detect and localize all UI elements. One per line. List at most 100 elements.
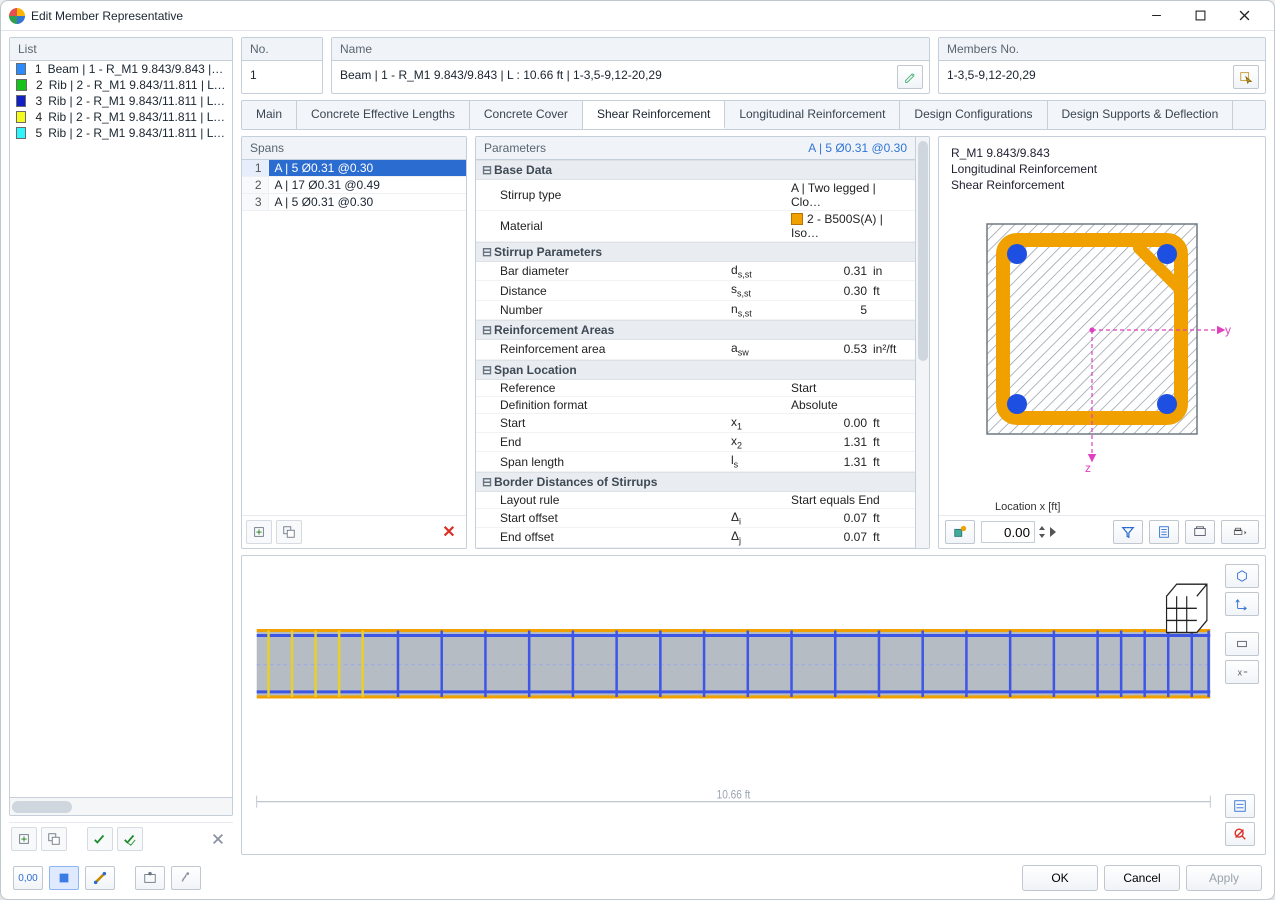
cancel-button[interactable]: Cancel	[1104, 865, 1180, 891]
pick-members-button[interactable]	[1233, 65, 1259, 89]
location-x-input[interactable]	[981, 521, 1057, 543]
span-row[interactable]: 2A | 17 Ø0.31 @0.49	[242, 177, 466, 194]
param-symbol: x1	[731, 415, 797, 431]
units-button[interactable]: 0,00	[13, 866, 43, 890]
param-group[interactable]: ⊟Base Data	[476, 160, 915, 180]
param-group[interactable]: ⊟Stirrup Parameters	[476, 242, 915, 262]
param-row[interactable]: Bar diameterds,st0.31in	[476, 262, 915, 281]
param-row[interactable]: Numberns,st5	[476, 301, 915, 320]
param-row[interactable]: Startx10.00ft	[476, 414, 915, 433]
param-unit: ft	[867, 530, 911, 544]
list-index: 4	[32, 110, 42, 124]
bottom-info-button[interactable]	[135, 866, 165, 890]
preview-place-button[interactable]	[945, 520, 975, 544]
param-group[interactable]: ⊟Border Distances of Stirrups	[476, 472, 915, 492]
bottom-script-button[interactable]	[171, 866, 201, 890]
param-row[interactable]: Start offsetΔi0.07ft	[476, 509, 915, 528]
tab-concrete-cover[interactable]: Concrete Cover	[470, 101, 583, 129]
list-item[interactable]: 2Rib | 2 - R_M1 9.843/11.811 | L : 9.84 …	[10, 77, 232, 93]
members-value[interactable]: 1-3,5-9,12-20,29	[945, 65, 1229, 89]
values-icon[interactable]	[1149, 520, 1179, 544]
close-button[interactable]	[1222, 2, 1266, 30]
param-value: 0.30	[797, 284, 867, 298]
span-delete-button[interactable]: ✕	[436, 522, 462, 542]
list-index: 1	[32, 62, 42, 76]
param-row[interactable]: ReferenceStart	[476, 380, 915, 397]
param-row[interactable]: End offsetΔj0.07ft	[476, 528, 915, 547]
parameters-grid[interactable]: ⊟Base DataStirrup typeA | Two legged | C…	[476, 160, 915, 548]
param-row[interactable]: Distancess,st0.30ft	[476, 281, 915, 300]
param-symbol: ls	[731, 453, 797, 469]
new-item-button[interactable]	[11, 827, 37, 851]
tab-longitudinal-reinforcement[interactable]: Longitudinal Reinforcement	[725, 101, 900, 129]
collapse-icon[interactable]: ⊟	[480, 363, 494, 377]
tab-design-supports-deflection[interactable]: Design Supports & Deflection	[1048, 101, 1234, 129]
view-x-button[interactable]: x	[1225, 660, 1259, 684]
list-item[interactable]: 4Rib | 2 - R_M1 9.843/11.811 | L : 16.40…	[10, 109, 232, 125]
clear-list-button[interactable]	[205, 827, 231, 851]
play-icon[interactable]	[1049, 526, 1057, 538]
tab-shear-reinforcement[interactable]: Shear Reinforcement	[583, 101, 725, 129]
list-item[interactable]: 3Rib | 2 - R_M1 9.843/11.811 | L : 16.40…	[10, 93, 232, 109]
name-value[interactable]: Beam | 1 - R_M1 9.843/9.843 | L : 10.66 …	[338, 65, 893, 89]
spans-table[interactable]: 1A | 5 Ø0.31 @0.302A | 17 Ø0.31 @0.493A …	[242, 160, 466, 211]
list-horizontal-scrollbar[interactable]	[10, 797, 232, 815]
collapse-icon[interactable]: ⊟	[480, 475, 494, 489]
tab-design-configurations[interactable]: Design Configurations	[900, 101, 1047, 129]
tab-main[interactable]: Main	[242, 101, 297, 129]
param-row[interactable]: Stirrup typeA | Two legged | Clo…	[476, 180, 915, 211]
maximize-button[interactable]	[1178, 2, 1222, 30]
filter-icon[interactable]	[1113, 520, 1143, 544]
print-icon[interactable]	[1221, 520, 1259, 544]
collapse-icon[interactable]: ⊟	[480, 323, 494, 337]
collapse-icon[interactable]: ⊟	[480, 245, 494, 259]
param-unit: ft	[867, 284, 911, 298]
list-item[interactable]: 1Beam | 1 - R_M1 9.843/9.843 | L : 10.66…	[10, 61, 232, 77]
beam-zoom-reset-button[interactable]	[1225, 822, 1255, 846]
minimize-button[interactable]	[1134, 2, 1178, 30]
edit-name-button[interactable]	[897, 65, 923, 89]
view-settings-icon[interactable]	[1185, 520, 1215, 544]
parameters-scrollbar[interactable]	[915, 137, 929, 548]
list-item[interactable]: 5Rib | 2 - R_M1 9.843/11.811 | L : 18.04…	[10, 125, 232, 141]
param-row[interactable]: Layout ruleStart equals End	[476, 492, 915, 509]
color-swatch	[16, 79, 27, 91]
beam-elevation-view[interactable]: 10.66 ft	[250, 564, 1217, 846]
param-name: Distance	[500, 284, 731, 298]
param-symbol: x2	[731, 434, 797, 450]
param-row[interactable]: Definition formatAbsolute	[476, 397, 915, 414]
span-add-button[interactable]	[246, 520, 272, 544]
list-header: List	[10, 38, 232, 61]
view-axes-button[interactable]	[1225, 592, 1259, 616]
param-group-title: Stirrup Parameters	[494, 245, 602, 259]
bottom-view-a-button[interactable]	[49, 866, 79, 890]
check-a-button[interactable]	[87, 827, 113, 851]
no-value[interactable]: 1	[248, 65, 316, 89]
param-group[interactable]: ⊟Span Location	[476, 360, 915, 380]
span-row[interactable]: 3A | 5 Ø0.31 @0.30	[242, 194, 466, 211]
location-x-value[interactable]	[981, 521, 1035, 543]
param-value: A | Two legged | Clo…	[791, 181, 905, 209]
cross-section-view[interactable]: y z	[939, 198, 1265, 501]
tab-concrete-effective-lengths[interactable]: Concrete Effective Lengths	[297, 101, 470, 129]
bottom-member-button[interactable]	[85, 866, 115, 890]
apply-button[interactable]: Apply	[1186, 865, 1262, 891]
param-row[interactable]: Span lengthls1.31ft	[476, 452, 915, 471]
param-unit: ft	[867, 511, 911, 525]
beam-settings-button[interactable]	[1225, 794, 1255, 818]
view-iso-button[interactable]	[1225, 564, 1259, 588]
copy-item-button[interactable]	[41, 827, 67, 851]
parameters-header-value: A | 5 Ø0.31 @0.30	[808, 141, 907, 155]
ok-button[interactable]: OK	[1022, 865, 1098, 891]
param-row[interactable]: Reinforcement areaasw0.53in²/ft	[476, 340, 915, 359]
span-copy-button[interactable]	[276, 520, 302, 544]
span-row[interactable]: 1A | 5 Ø0.31 @0.30	[242, 160, 466, 177]
left-list-tools	[9, 822, 233, 855]
param-row[interactable]: Material2 - B500S(A) | Iso…	[476, 211, 915, 242]
param-row[interactable]: Endx21.31ft	[476, 433, 915, 452]
check-b-button[interactable]	[117, 827, 143, 851]
view-fit-button[interactable]	[1225, 632, 1259, 656]
param-group[interactable]: ⊟Reinforcement Areas	[476, 320, 915, 340]
collapse-icon[interactable]: ⊟	[480, 163, 494, 177]
member-list[interactable]: 1Beam | 1 - R_M1 9.843/9.843 | L : 10.66…	[10, 61, 232, 797]
